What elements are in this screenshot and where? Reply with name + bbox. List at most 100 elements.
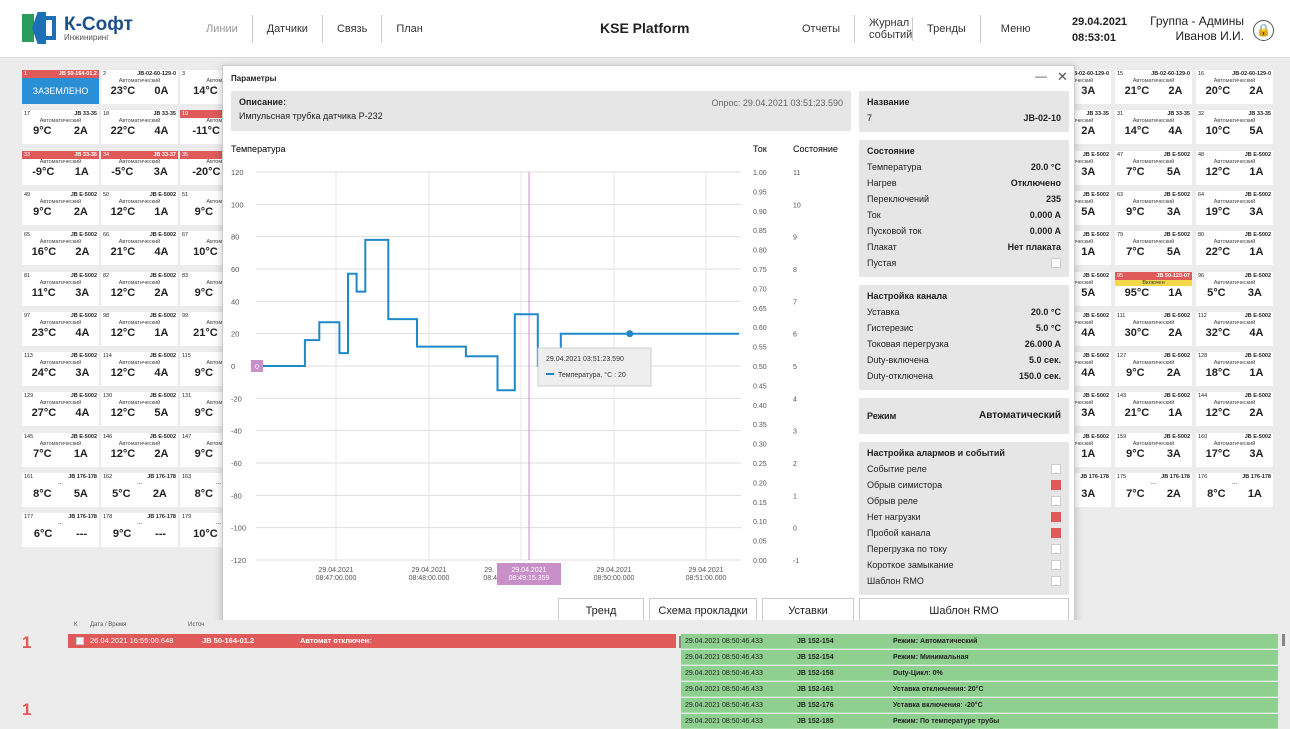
sensor-tile[interactable]: 114 JB E-5002 Автоматический 12°C 4A (101, 352, 178, 387)
alarm-setting-checkbox[interactable] (1051, 544, 1061, 554)
alarm-row[interactable]: 26.04.2021 16:55:00.648 JB 50-164-01.2 А… (68, 634, 676, 648)
sensor-tile[interactable]: 162 JB 176-178 --- 5°C 2A (101, 473, 178, 507)
y-tick-label: 0 (231, 362, 235, 371)
sensor-tile[interactable]: 95 JB 50-120-07 Включен 95°C 1A (1115, 271, 1192, 306)
nav-reports[interactable]: Отчеты (788, 15, 856, 43)
sensor-tile[interactable]: 127 JB E-5002 Автоматический 9°C 2A (1115, 352, 1192, 387)
sensor-tile[interactable]: 79 JB E-5002 Автоматический 7°C 5A (1115, 231, 1192, 266)
tile-text: 7°C (1126, 165, 1145, 178)
sensor-tile[interactable]: 97 JB E-5002 Автоматический 23°C 4A (22, 311, 99, 346)
state-axis-label: Состояние (793, 144, 838, 154)
event-row[interactable]: 29.04.2021 08:50:46.433 JB 152-154 Режим: … (681, 650, 1278, 665)
sensor-tile[interactable]: 50 JB E-5002 Автоматический 12°C 1A (101, 190, 178, 225)
sensor-tile[interactable]: 113 JB E-5002 Автоматический 24°C 3A (22, 352, 99, 387)
sensor-tile[interactable]: 178 JB 176-178 --- 9°C --- (101, 513, 178, 548)
sensor-tile[interactable]: 177 JB 176-178 --- 6°C --- (22, 513, 99, 548)
sensor-tile[interactable]: 80 JB E-5002 Автоматический 22°C 1A (1196, 231, 1273, 266)
tile-text: 8°C 5A (22, 487, 99, 501)
alarm-setting-checkbox[interactable] (1051, 576, 1061, 586)
tile-text: 15 JB-02-60-129-0 (1115, 70, 1192, 78)
events-scrollbar[interactable] (1282, 634, 1285, 646)
sensor-tile[interactable]: 1 JB 50-164-01.2 ЗАЗЕМЛЕНО (22, 70, 99, 104)
event-row[interactable]: 29.04.2021 08:50:46.433 JB 152-154 Режим: … (681, 634, 1278, 649)
tile-text: 178 (103, 514, 113, 521)
alarm-checkbox[interactable] (76, 637, 84, 645)
mode-value[interactable]: Автоматический (979, 408, 1061, 424)
sensor-tile[interactable]: 143 JB E-5002 Автоматический 21°C 1A (1115, 392, 1192, 427)
nav-lines[interactable]: Линии (192, 15, 253, 43)
sensor-tile[interactable]: 31 JB 33-35 Автоматический 14°C 4A (1115, 110, 1192, 145)
sensor-tile[interactable]: 176 JB 176-178 --- 8°C 1A (1196, 473, 1273, 507)
sensor-tile[interactable]: 2 JB-02-60-129-0 Автоматический 23°C 0A (101, 70, 178, 104)
sensor-tile[interactable]: 16 JB-02-60-129-0 Автоматический 20°C 2A (1196, 70, 1273, 104)
sensor-tile[interactable]: 49 JB E-5002 Автоматический 9°C 2A (22, 190, 99, 225)
tile-text: 3A (75, 367, 90, 380)
tile-text: JB 176-178 (68, 474, 97, 480)
tile-text: 95 JB 50-120-07 (1115, 271, 1192, 280)
sensor-tile[interactable]: 64 JB E-5002 Автоматический 19°C 3A (1196, 190, 1273, 225)
sensor-tile[interactable]: 65 JB E-5002 Автоматический 16°C 2A (22, 231, 99, 266)
sensor-tile[interactable]: 17 JB 33-35 Автоматический 9°C 2A (22, 110, 99, 145)
sensor-tile[interactable]: 161 JB 176-178 --- 8°C 5A (22, 473, 99, 507)
alarm-setting-checkbox[interactable] (1051, 464, 1061, 474)
sensor-tile[interactable]: 15 JB-02-60-129-0 Автоматический 21°C 2A (1115, 70, 1192, 104)
sensor-tile[interactable]: 82 JB E-5002 Автоматический 12°C 2A (101, 271, 178, 306)
alarm-setting-checkbox[interactable] (1051, 480, 1061, 490)
nav-event-log[interactable]: Журнал событий (855, 17, 914, 41)
sensor-tile[interactable]: 145 JB E-5002 Автоматический 7°C 1A (22, 432, 99, 467)
tile-text: 175 (1117, 474, 1127, 480)
tile-text: 175 JB 176-178 (1115, 473, 1192, 481)
sensor-tile[interactable]: 18 JB 33-35 Автоматический 22°C 4A (101, 110, 178, 145)
nav-sensors[interactable]: Датчики (253, 15, 323, 43)
empty-checkbox[interactable] (1051, 258, 1061, 268)
close-icon[interactable]: ✕ (1057, 69, 1068, 85)
tile-text: 3A (75, 286, 90, 299)
event-cell: JB 152-158 (797, 670, 834, 677)
tile-text: JB E-5002 (1082, 191, 1109, 198)
sensor-tile[interactable]: 47 JB E-5002 Автоматический 7°C 5A (1115, 150, 1192, 185)
nav-trends[interactable]: Тренды (913, 15, 981, 43)
sensor-tile[interactable]: 175 JB 176-178 --- 7°C 2A (1115, 473, 1192, 507)
state-tick-label: -1 (793, 558, 799, 565)
tile-text: 1 JB 50-164-01.2 (22, 70, 99, 78)
alarm-setting-checkbox[interactable] (1051, 512, 1061, 522)
sensor-tile[interactable]: 32 JB 33-35 Автоматический 10°C 5A (1196, 110, 1273, 145)
minimize-icon[interactable]: — (1035, 69, 1047, 83)
sensor-tile[interactable]: 63 JB E-5002 Автоматический 9°C 3A (1115, 190, 1192, 225)
alarm-setting-checkbox[interactable] (1051, 528, 1061, 538)
sensor-tile[interactable]: 160 JB E-5002 Автоматический 17°C 3A (1196, 432, 1273, 467)
lock-icon[interactable]: 🔒 (1253, 20, 1274, 41)
tile-text: 9°C (33, 205, 52, 218)
alarm-setting-checkbox[interactable] (1051, 560, 1061, 570)
sensor-tile[interactable]: 111 JB E-5002 Автоматический 30°C 2A (1115, 311, 1192, 346)
tile-text: JB E-5002 (1244, 312, 1271, 319)
tile-text: 79 JB E-5002 (1115, 231, 1192, 239)
x-tick-date: 29.04.2021 (411, 567, 446, 574)
sensor-tile[interactable]: 66 JB E-5002 Автоматический 21°C 4A (101, 231, 178, 266)
event-row[interactable]: 29.04.2021 08:50:46.433 JB 152-185 Режим: … (681, 714, 1278, 729)
event-row[interactable]: 29.04.2021 08:50:46.433 JB 152-161 Уставка… (681, 682, 1278, 697)
alarm-setting-checkbox[interactable] (1051, 496, 1061, 506)
tile-text: 161 JB 176-178 (22, 473, 99, 481)
event-row[interactable]: 29.04.2021 08:50:46.433 JB 152-176 Уставка… (681, 698, 1278, 713)
sensor-tile[interactable]: 48 JB E-5002 Автоматический 12°C 1A (1196, 150, 1273, 185)
sensor-tile[interactable]: 129 JB E-5002 Автоматический 27°C 4A (22, 392, 99, 427)
temperature-chart[interactable]: Температура Ток Состояние120100806040200-2… (231, 138, 851, 598)
sensor-tile[interactable]: 112 JB E-5002 Автоматический 32°C 4A (1196, 311, 1273, 346)
event-row[interactable]: 29.04.2021 08:50:46.433 JB 152-158 Duty-Ци… (681, 666, 1278, 681)
sensor-tile[interactable]: 98 JB E-5002 Автоматический 12°C 1A (101, 311, 178, 346)
nav-menu[interactable]: Меню (981, 15, 1045, 43)
nav-comm[interactable]: Связь (323, 15, 383, 43)
sensor-tile[interactable]: 146 JB E-5002 Автоматический 12°C 2A (101, 432, 178, 467)
sensor-tile[interactable]: 159 JB E-5002 Автоматический 9°C 3A (1115, 432, 1192, 467)
sensor-tile[interactable]: 128 JB E-5002 Автоматический 18°C 1A (1196, 352, 1273, 387)
sensor-tile[interactable]: 144 JB E-5002 Автоматический 12°C 2A (1196, 392, 1273, 427)
sensor-tile[interactable]: 96 JB E-5002 Автоматический 5°C 3A (1196, 271, 1273, 306)
nav-plan[interactable]: План (382, 15, 437, 43)
tile-text: JB E-5002 (70, 312, 97, 319)
sensor-tile[interactable]: 81 JB E-5002 Автоматический 11°C 3A (22, 271, 99, 306)
sensor-tile[interactable]: 34 JB 33-37 Автоматический -5°C 3A (101, 150, 178, 185)
tile-text: 3 (182, 71, 186, 77)
sensor-tile[interactable]: 130 JB E-5002 Автоматический 12°C 5A (101, 392, 178, 427)
sensor-tile[interactable]: 33 JB 33-36 Автоматический -9°C 1A (22, 150, 99, 185)
